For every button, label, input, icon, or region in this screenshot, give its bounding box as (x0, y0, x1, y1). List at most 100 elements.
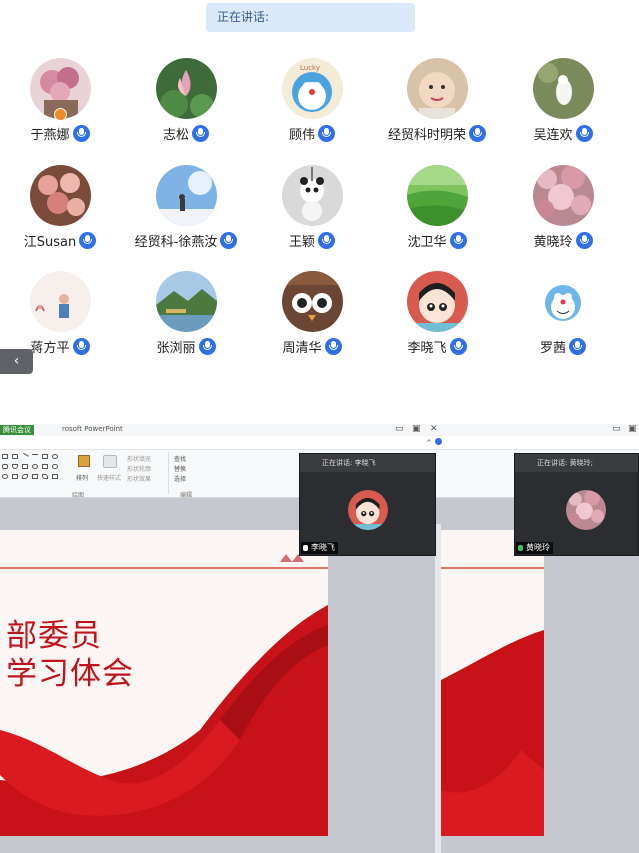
participant-name: 吴连欢 (533, 128, 573, 143)
participant-name-row: 江Susan (0, 232, 120, 252)
group-editing-label: 编辑 (180, 492, 193, 499)
participant-tile[interactable]: 吴连欢 (503, 58, 623, 150)
participant-tile[interactable]: 经贸科-徐燕汝 (126, 165, 246, 257)
slide-title-line2: 学习体会 (6, 656, 134, 692)
host-badge-icon (54, 108, 67, 121)
participant-tile[interactable]: 李晓飞 (377, 271, 497, 363)
participant-name-row: 顾伟 (252, 125, 372, 145)
microphone-icon[interactable] (72, 125, 90, 142)
participant-tile[interactable]: 于燕娜 (0, 58, 120, 150)
participant-name: 江Susan (23, 235, 77, 250)
video-header-1: 正在讲话: 李晓飞 (300, 454, 435, 472)
microphone-icon[interactable] (192, 125, 209, 142)
participant-avatar (533, 58, 594, 119)
participant-avatar (156, 271, 217, 332)
shapes-gallery[interactable] (2, 452, 68, 484)
video-window-2[interactable]: 正在讲话: 黄晓玲; 黄晓玲 (514, 453, 639, 556)
microphone-icon[interactable] (569, 338, 586, 355)
participant-avatar (407, 271, 468, 332)
participant-tile[interactable]: 江Susan (0, 165, 120, 257)
participant-avatar (282, 165, 343, 226)
participant-name: 顾伟 (288, 128, 315, 143)
microphone-icon[interactable] (220, 232, 238, 249)
microphone-icon[interactable] (449, 232, 467, 249)
participant-name-row: 周清华 (252, 338, 372, 358)
minimize-icon[interactable]: ▭ (395, 424, 404, 434)
participant-name: 经贸科时明荣 (387, 128, 466, 143)
slide-decoration-2 (441, 567, 544, 836)
participant-name-row: 经贸科-徐燕汝 (126, 232, 246, 252)
participant-name-row: 吴连欢 (503, 125, 623, 145)
participant-name: 李晓飞 (407, 341, 447, 356)
meeting-tag: 腾讯会议 (0, 425, 34, 435)
shape-effects-button[interactable]: 形状效果 (127, 474, 151, 483)
participant-avatar (533, 165, 594, 226)
arrange-button[interactable]: 排列 (76, 453, 96, 487)
microphone-icon[interactable] (469, 125, 486, 142)
select-button[interactable]: 选择 (174, 474, 186, 483)
video-avatar-1 (348, 490, 388, 530)
video-window-1[interactable]: 正在讲话: 李晓飞 李晓飞 (299, 453, 436, 556)
slide-canvas-2[interactable] (441, 530, 544, 836)
participant-tile[interactable]: 经贸科时明荣 (377, 58, 497, 150)
microphone-icon[interactable] (79, 232, 97, 249)
close-icon[interactable]: ✕ (430, 424, 438, 434)
video-name-2: 黄晓玲 (526, 543, 550, 552)
mic-icon (518, 545, 523, 551)
participant-tile[interactable]: 罗茜 (503, 271, 623, 363)
shape-fill-button[interactable]: 形状填充 (127, 454, 151, 463)
microphone-icon[interactable] (449, 338, 467, 355)
participant-avatar (407, 165, 468, 226)
help-icon[interactable] (435, 438, 442, 445)
microphone-icon[interactable] (575, 125, 593, 142)
participant-avatar (156, 58, 217, 119)
participant-tile[interactable]: 王颖 (252, 165, 372, 257)
participant-name: 罗茜 (539, 341, 566, 356)
slide-canvas[interactable]: 部委员 学习体会 (0, 530, 328, 836)
participant-name-row: 罗茜 (503, 338, 623, 358)
microphone-icon[interactable] (318, 232, 335, 249)
participant-avatar (30, 165, 91, 226)
participant-tile[interactable]: 黄晓玲 (503, 165, 623, 257)
microphone-icon[interactable] (324, 338, 342, 355)
participant-name-row: 志松 (126, 125, 246, 145)
participant-name: 于燕娜 (30, 128, 70, 143)
participant-name: 周清华 (282, 341, 322, 356)
participant-tile[interactable]: 沈卫华 (377, 165, 497, 257)
microphone-icon[interactable] (72, 338, 90, 355)
participant-tile[interactable]: 周清华 (252, 271, 372, 363)
participant-name-row: 李晓飞 (377, 338, 497, 358)
participant-tile[interactable]: Lucky 顾伟 (252, 58, 372, 150)
participant-avatar (282, 271, 343, 332)
video-avatar-2 (566, 490, 606, 530)
participant-name-row: 经贸科时明荣 (377, 125, 497, 145)
participant-name-row: 黄晓玲 (503, 232, 623, 252)
restore-icon[interactable]: ▣ (412, 424, 421, 434)
participant-name-row: 沈卫华 (377, 232, 497, 252)
ribbon-collapse-icon[interactable]: ^ (426, 439, 432, 447)
chevron-left-icon: ‹ (13, 353, 20, 369)
participant-name: 经贸科-徐燕汝 (134, 235, 218, 250)
participant-name-row: 王颖 (252, 232, 372, 252)
shared-screen: 腾讯会议 rosoft PowerPoint ▭ ▣ ✕ ▭ ▣ ^ 排列 快速… (0, 424, 639, 853)
video-name-tag-1: 李晓飞 (301, 542, 338, 554)
participant-name: 蒋方平 (30, 341, 70, 356)
video-header-2: 正在讲话: 黄晓玲; (515, 454, 638, 472)
screenshot-root: 正在讲话: 于燕娜 志松 Lucky 顾伟 经贸科时明荣 吴连欢 江Susan 经贸科-徐燕汝… (0, 0, 639, 853)
participant-avatar (533, 271, 594, 332)
minimize-icon-2[interactable]: ▭ (612, 424, 621, 434)
collapse-panel-button[interactable]: ‹ (0, 349, 33, 374)
quick-styles-button[interactable]: 快速样式 (97, 453, 125, 487)
replace-button[interactable]: 替换 (174, 464, 186, 473)
microphone-icon[interactable] (198, 338, 216, 355)
ppt-window-title: rosoft PowerPoint (62, 425, 123, 433)
ppt-titlebar: 腾讯会议 rosoft PowerPoint ▭ ▣ ✕ ▭ ▣ (0, 424, 639, 436)
microphone-icon[interactable] (575, 232, 593, 249)
participant-tile[interactable]: 志松 (126, 58, 246, 150)
ribbon-tabs: ^ (0, 436, 639, 450)
microphone-icon[interactable] (318, 125, 335, 142)
find-button[interactable]: 查找 (174, 454, 186, 463)
restore-icon-2[interactable]: ▣ (628, 424, 637, 434)
participant-tile[interactable]: 张浏丽 (126, 271, 246, 363)
shape-outline-button[interactable]: 形状轮廓 (127, 464, 151, 473)
